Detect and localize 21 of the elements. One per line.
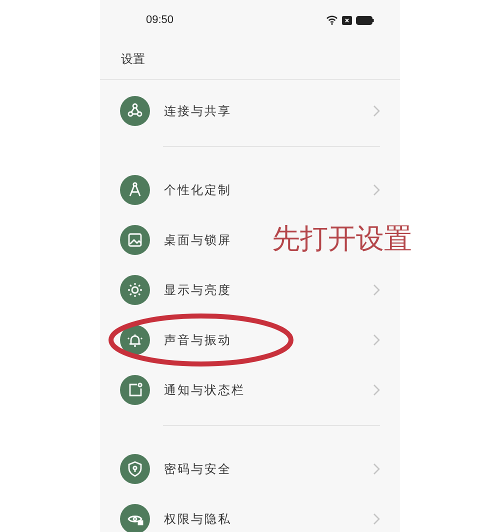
compass-icon: [120, 175, 150, 205]
battery-icon: [356, 16, 374, 24]
sim-icon: [342, 16, 352, 24]
settings-item[interactable]: 个性化定制: [164, 182, 232, 198]
settings-item[interactable]: 显示与亮度: [164, 282, 232, 298]
settings-item[interactable]: 通知与状态栏: [164, 382, 245, 398]
annotation-text: 先打开设置: [272, 221, 412, 257]
wifi-icon: [326, 15, 338, 25]
shield-icon: [120, 454, 150, 484]
sun-icon: [120, 275, 150, 305]
settings-item[interactable]: 声音与振动: [164, 332, 232, 348]
share-icon: [120, 96, 150, 126]
settings-item[interactable]: 权限与隐私: [164, 510, 232, 528]
notification-icon: [120, 375, 150, 405]
settings-item[interactable]: 连接与共享: [164, 102, 232, 120]
settings-item[interactable]: 桌面与锁屏: [164, 232, 232, 248]
bell-icon: [120, 325, 150, 355]
image-icon: [120, 225, 150, 255]
settings-item[interactable]: 密码与安全: [164, 460, 232, 478]
status-time: 09:50: [146, 14, 174, 26]
page-title: 设置: [120, 51, 146, 68]
